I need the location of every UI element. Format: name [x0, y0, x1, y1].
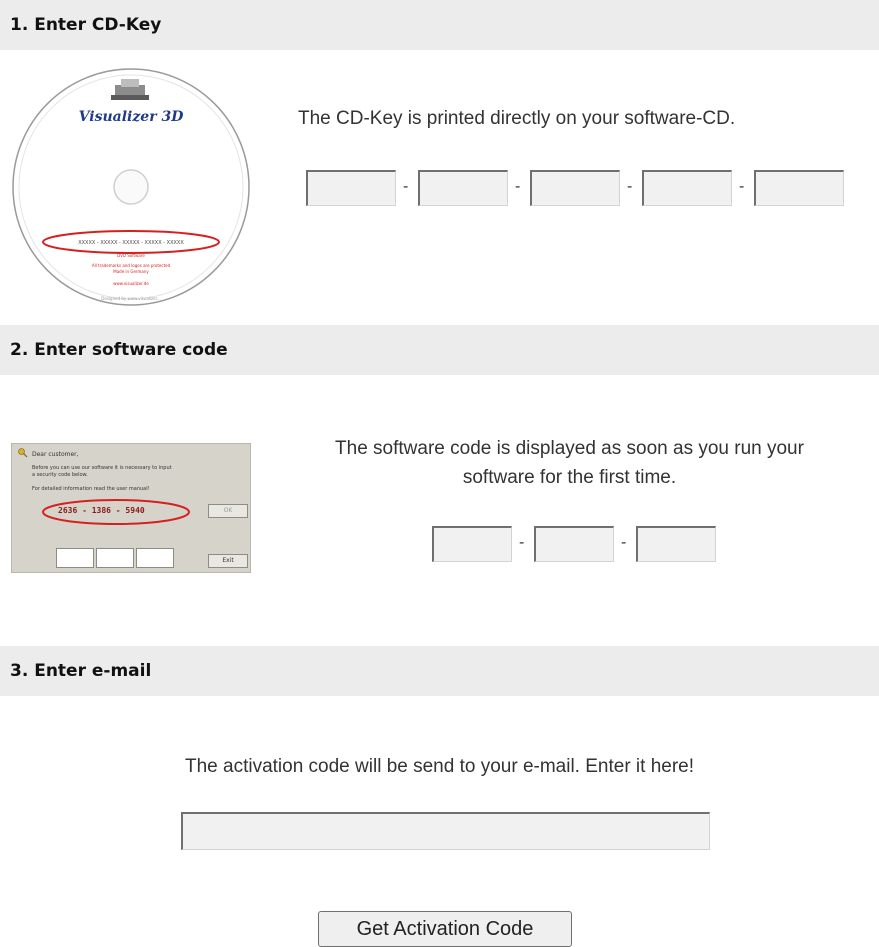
cd-line-4: www.visualizer.de — [113, 281, 149, 286]
key-icon — [18, 448, 28, 460]
software-dialog-image: Dear customer, Before you can use our so… — [11, 443, 251, 573]
cd-line-1: DVD Software — [117, 253, 145, 258]
software-code-description-line-2: software for the first time. — [462, 467, 677, 488]
cd-line-3: Made in Germany — [113, 269, 149, 274]
dialog-line-3: For detailed information read the user m… — [32, 486, 150, 492]
email-description: The activation code will be send to your… — [184, 756, 695, 777]
cd-rim-text: Designed by www.visualizer... — [101, 296, 160, 301]
activation-code-input[interactable] — [181, 812, 710, 850]
software-code-description-line-1: The software code is displayed as soon a… — [335, 438, 804, 459]
dialog-code: 2636 - 1386 - 5940 — [58, 506, 145, 515]
cd-image: Visualizer 3D XXXXX - XXXXX - XXXXX - XX… — [11, 67, 251, 307]
section-header-software-code: 2. Enter software code — [0, 325, 879, 375]
section-header-cd-key: 1. Enter CD-Key — [0, 0, 879, 50]
software-code-separator: - — [519, 534, 525, 551]
dialog-code-box — [136, 548, 174, 568]
cd-key-field-3[interactable] — [530, 170, 620, 206]
cd-key-description: The CD-Key is printed directly on your s… — [298, 108, 736, 129]
software-code-field-1[interactable] — [432, 526, 512, 562]
dialog-code-box — [96, 548, 134, 568]
dialog-line-1: Before you can use our software it is ne… — [32, 465, 172, 471]
get-activation-code-button[interactable]: Get Activation Code — [318, 911, 572, 947]
section-header-email: 3. Enter e-mail — [0, 646, 879, 696]
software-code-field-3[interactable] — [636, 526, 716, 562]
cd-key-field-4[interactable] — [642, 170, 732, 206]
cd-key-separator: - — [627, 178, 633, 195]
cd-key-field-1[interactable] — [306, 170, 396, 206]
dialog-ok-button: OK — [208, 504, 248, 518]
dialog-greeting: Dear customer, — [32, 451, 79, 458]
cd-key-separator: - — [739, 178, 745, 195]
software-code-description: The software code is displayed as soon a… — [260, 434, 879, 492]
dialog-exit-button: Exit — [208, 554, 248, 568]
cd-key-separator: - — [515, 178, 521, 195]
cd-key-separator: - — [403, 178, 409, 195]
software-code-field-2[interactable] — [534, 526, 614, 562]
cd-key-line: XXXXX - XXXXX - XXXXX - XXXXX - XXXXX — [78, 240, 184, 246]
dialog-code-box — [56, 548, 94, 568]
cd-key-field-2[interactable] — [418, 170, 508, 206]
cd-line-2: All trademarks and logos are protected — [92, 263, 171, 268]
software-code-separator: - — [621, 534, 627, 551]
cd-brand: Visualizer 3D — [79, 109, 185, 125]
cd-key-field-5[interactable] — [754, 170, 844, 206]
dialog-line-2: a security code below. — [32, 472, 88, 478]
